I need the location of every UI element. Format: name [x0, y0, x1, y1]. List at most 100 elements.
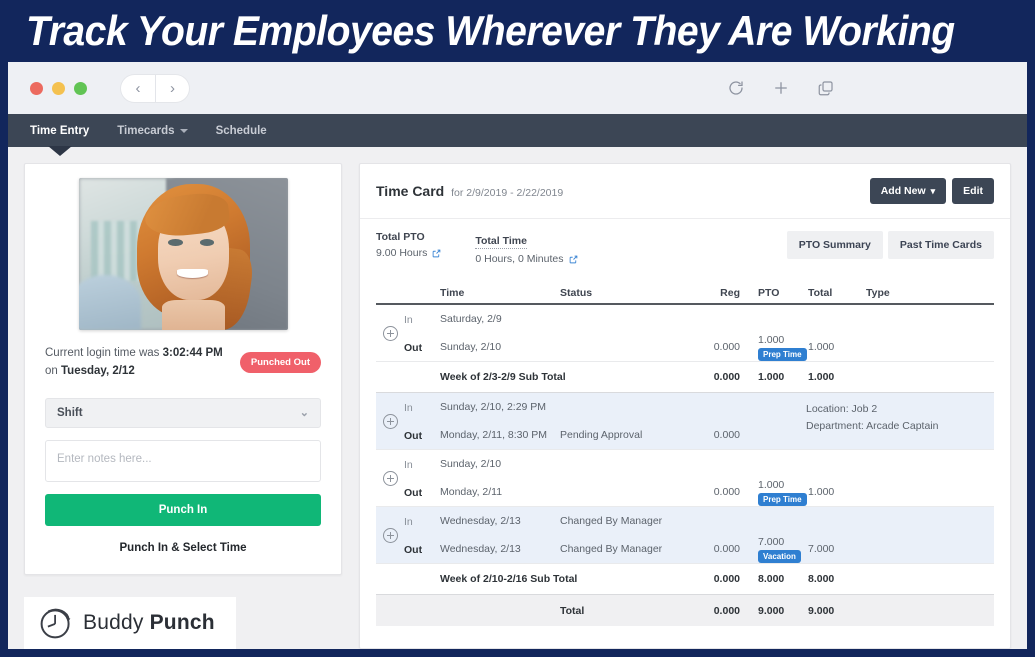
cell-time: Sunday, 2/10: [440, 458, 502, 470]
cell-time: Monday, 2/11, 8:30 PM: [440, 429, 548, 441]
window-controls: [30, 81, 87, 95]
cell-time: Saturday, 2/9: [440, 313, 502, 325]
nav-tab-schedule[interactable]: Schedule: [216, 125, 267, 137]
expand-row-button[interactable]: [376, 393, 404, 449]
total-time-value: 0 Hours, 0 Minutes: [475, 253, 564, 265]
cell-reg: 0.000: [713, 486, 740, 498]
page-content: Current login time was 3:02:44 PM on Tue…: [8, 147, 1027, 649]
employee-photo-wrap: [45, 178, 321, 330]
table-row[interactable]: In Saturday, 2/9 Out Sunday, 2/10 0.000 1.000…: [376, 305, 994, 362]
shift-select[interactable]: Shift ⌄: [45, 397, 321, 428]
subtotal-pto: 8.000: [758, 573, 785, 585]
in-out-label: Out: [404, 544, 423, 556]
column-header-reg: Reg: [720, 287, 740, 299]
time-card-date-range: for 2/9/2019 - 2/22/2019: [451, 187, 564, 199]
grand-total-reg: 0.000: [713, 604, 740, 617]
entry-line: Out Monday, 2/11 0.000 1.000 Prep Time 1.000: [404, 478, 994, 506]
punch-in-and-select-time-link[interactable]: Punch In & Select Time: [45, 542, 321, 554]
grand-total-row: Total 0.000 9.000 9.000: [376, 595, 994, 626]
nav-tab-timecards-label: Timecards: [117, 124, 175, 137]
cell-reg: 0.000: [713, 543, 740, 555]
nav-tab-time-entry-label: Time Entry: [30, 124, 90, 137]
punch-in-button[interactable]: Punch In: [45, 493, 321, 526]
expand-row-button[interactable]: [376, 507, 404, 563]
login-day-value: Tuesday, 2/12: [61, 364, 135, 377]
subtotal-label: Week of 2/3-2/9 Sub Total: [440, 371, 566, 383]
external-link-icon[interactable]: [569, 255, 578, 264]
subtotal-total: 8.000: [808, 573, 835, 585]
login-on-label: on: [45, 364, 61, 377]
minimize-window-button[interactable]: [52, 81, 65, 95]
table-header-row: Time Status Reg PTO Total Type: [376, 279, 994, 305]
nav-tab-timecards[interactable]: Timecards: [117, 124, 188, 137]
table-row[interactable]: In Wednesday, 2/13 Changed By Manager Out We…: [376, 507, 994, 564]
employee-photo: [78, 178, 288, 330]
nav-tab-time-entry[interactable]: Time Entry: [30, 125, 89, 137]
chevron-down-icon: ⌄: [299, 407, 309, 420]
external-link-icon[interactable]: [432, 249, 441, 258]
cell-status: Changed By Manager: [560, 515, 663, 527]
table-row[interactable]: In Sunday, 2/10 Out Monday, 2/11 0.000 1.000 P…: [376, 450, 994, 507]
browser-navigation-pills: ‹ ›: [121, 74, 189, 102]
expand-row-button[interactable]: [376, 305, 404, 361]
grand-total-total: 9.000: [808, 604, 835, 617]
cell-status: Pending Approval: [560, 429, 643, 441]
cell-total: 7.000: [808, 543, 835, 555]
add-new-button[interactable]: Add New ▾: [869, 178, 947, 204]
cell-total: 1.000: [808, 341, 835, 353]
pto-type-badge: Vacation: [758, 549, 801, 563]
cell-status: Changed By Manager: [560, 543, 663, 555]
grand-total-label: Total: [560, 604, 585, 617]
duplicate-tabs-icon[interactable]: [817, 79, 835, 97]
notes-placeholder: Enter notes here...: [57, 452, 152, 465]
edit-button[interactable]: Edit: [952, 178, 994, 204]
type-line: Location: Job 2: [806, 403, 878, 415]
cell-pto: 1.000: [758, 333, 785, 346]
column-header-pto: PTO: [758, 287, 780, 299]
time-card-panel: Time Card for 2/9/2019 - 2/22/2019 Add N…: [359, 163, 1011, 649]
table-row[interactable]: In Sunday, 2/10, 2:29 PM Out Monday, 2/11, …: [376, 393, 994, 450]
cell-time: Sunday, 2/10: [440, 341, 502, 353]
past-time-cards-button[interactable]: Past Time Cards: [887, 231, 994, 259]
close-window-button[interactable]: [30, 81, 43, 95]
plus-circle-icon: [382, 470, 398, 486]
entry-line: Out Wednesday, 2/13 Changed By Manager 0.00…: [404, 535, 994, 563]
pto-summary-button[interactable]: PTO Summary: [786, 231, 883, 259]
reload-icon[interactable]: [727, 79, 745, 97]
in-out-label: In: [404, 314, 413, 326]
expand-row-button[interactable]: [376, 450, 404, 506]
subtotal-row: Week of 2/3-2/9 Sub Total 0.000 1.000 1.000: [376, 362, 994, 393]
time-card-table: Time Status Reg PTO Total Type In Saturda…: [360, 279, 1010, 648]
total-time-label: Total Time: [475, 235, 527, 249]
grand-total-pto: 9.000: [758, 604, 785, 617]
browser-chrome-bar: ‹ ›: [8, 62, 1027, 114]
subtotal-reg: 0.000: [713, 371, 740, 383]
total-pto-stat: Total PTO 9.00 Hours: [376, 231, 441, 259]
cell-reg: 0.000: [713, 429, 740, 441]
login-status-row: Current login time was 3:02:44 PM on Tue…: [45, 345, 321, 381]
time-card-summary-actions: PTO Summary Past Time Cards: [786, 231, 994, 259]
maximize-window-button[interactable]: [74, 81, 87, 95]
notes-input[interactable]: Enter notes here...: [45, 439, 321, 482]
time-card-title-text: Time Card: [376, 183, 445, 199]
subtotal-label: Week of 2/10-2/16 Sub Total: [440, 573, 578, 585]
column-header-type: Type: [866, 287, 890, 299]
logo-wordmark: Buddy Punch: [83, 611, 215, 635]
promo-banner: Track Your Employees Wherever They Are W…: [8, 0, 1027, 62]
cell-time: Wednesday, 2/13: [440, 543, 521, 555]
subtotal-pto: 1.000: [758, 371, 785, 383]
cell-time: Sunday, 2/10, 2:29 PM: [440, 401, 547, 413]
type-line: Department: Arcade Captain: [806, 419, 939, 432]
browser-window: ‹ › Time Entry Timecards Schedule Curren…: [8, 62, 1027, 649]
banner-headline: Track Your Employees Wherever They Are W…: [26, 7, 955, 54]
plus-icon[interactable]: [772, 79, 790, 97]
time-card-title: Time Card for 2/9/2019 - 2/22/2019: [376, 183, 563, 199]
column-header-time: Time: [440, 287, 465, 299]
chevron-down-icon: ▾: [930, 185, 936, 196]
subtotal-total: 1.000: [808, 371, 835, 383]
left-column: Current login time was 3:02:44 PM on Tue…: [24, 163, 342, 649]
chevron-right-icon[interactable]: ›: [155, 74, 189, 102]
cell-time: Monday, 2/11: [440, 486, 503, 498]
chevron-left-icon[interactable]: ‹: [121, 75, 155, 102]
login-prefix: Current login time was: [45, 347, 163, 359]
